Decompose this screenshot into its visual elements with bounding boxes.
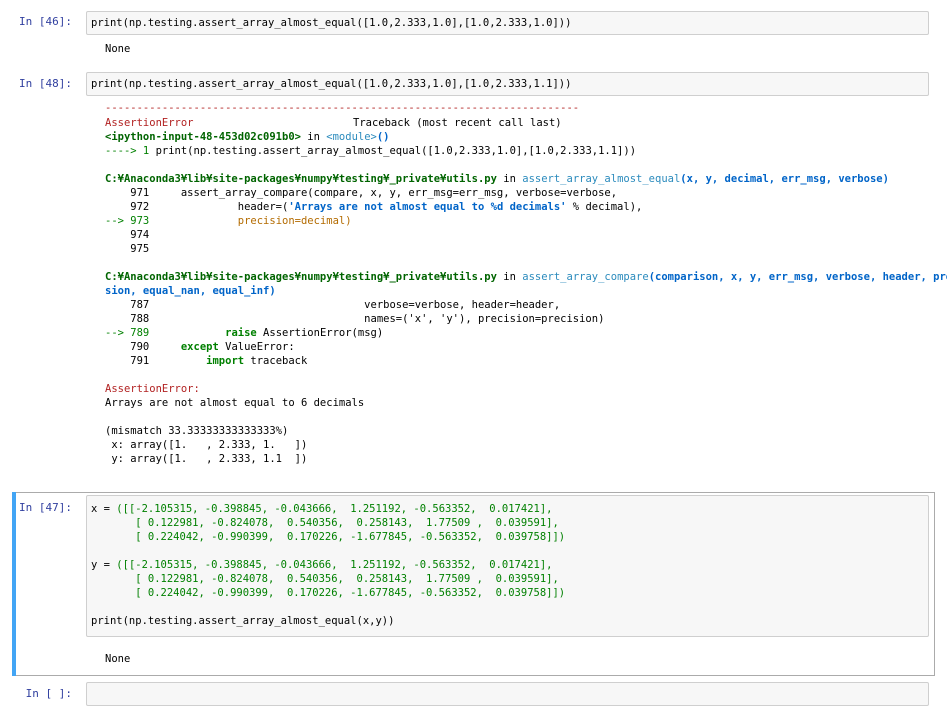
tb-l789b: raise — [149, 327, 257, 339]
cell-47-y-row2: [ 0.224042, -0.990399, 0.170226, -1.6778… — [122, 587, 566, 599]
tb-l791: 791 import traceback — [105, 354, 307, 368]
cell-47-x-row1: [ 0.122981, -0.824078, 0.540356, 0.25814… — [122, 517, 559, 529]
cell-47-print-line: print(np.testing.assert_array_almost_equ… — [91, 615, 395, 627]
cell-48-code: print(np.testing.assert_array_almost_equ… — [91, 78, 572, 90]
cell-47-y-line2: [ 0.122981, -0.824078, 0.540356, 0.25814… — [91, 572, 559, 586]
tb-l973a: --> 973 — [105, 215, 150, 227]
tb-fn2: assert_array_compare — [522, 271, 649, 283]
tb-error-name: AssertionError — [105, 117, 194, 129]
tb-l788: 788 names=('x', 'y'), precision=precisio… — [105, 313, 605, 325]
tb-l790: 790 except ValueError: — [105, 340, 295, 354]
tb-l973: --> 973 precision=decimal) — [105, 214, 352, 228]
cell-47-y-eq: = — [97, 559, 117, 571]
tb-args1: (x, y, decimal, err_msg, verbose) — [680, 173, 889, 185]
tb-args2a: (comparison, x, y, err_msg, verbose, hea… — [648, 271, 947, 283]
cell-46-input[interactable]: print(np.testing.assert_array_almost_equ… — [86, 11, 929, 35]
tb-arrow1-line: ----> 1 print(np.testing.assert_array_al… — [105, 144, 636, 158]
cell-47-y-line3: [ 0.224042, -0.990399, 0.170226, -1.6778… — [91, 586, 565, 600]
tb-l789c: AssertionError(msg) — [256, 327, 384, 339]
tb-msg2: (mismatch 33.33333333333333%) — [105, 425, 289, 437]
tb-fn1: assert_array_almost_equal — [522, 173, 681, 185]
tb-frame2-line: C:¥Anaconda3¥lib¥site-packages¥numpy¥tes… — [105, 270, 947, 284]
tb-in1: in — [503, 173, 516, 185]
cell-48-prompt: In [48]: — [19, 77, 72, 90]
tb-msg3: x: array([1. , 2.333, 1. ]) — [105, 439, 308, 451]
tb-args2b: sion, equal_nan, equal_inf) — [105, 285, 276, 297]
tb-l790a: 790 — [105, 341, 181, 353]
tb-in2: in — [503, 271, 516, 283]
tb-l971: 971 assert_array_compare(compare, x, y, … — [105, 187, 618, 199]
tb-l790c: ValueError: — [218, 341, 295, 353]
tb-l972b: 'Arrays are not almost equal to %d decim… — [288, 201, 567, 213]
tb-input-ref-line: <ipython-input-48-453d02c091b0> in <modu… — [105, 130, 390, 144]
tb-path1: C:¥Anaconda3¥lib¥site-packages¥numpy¥tes… — [105, 173, 497, 185]
cell-47-x-line3: [ 0.224042, -0.990399, 0.170226, -1.6778… — [91, 530, 565, 544]
cell-47-output: None — [105, 653, 131, 665]
cell-47-y-row1: [ 0.122981, -0.824078, 0.540356, 0.25814… — [122, 573, 559, 585]
cell-47-selection-bar — [12, 492, 16, 676]
tb-paren: () — [376, 131, 390, 143]
cell-47-x-line1: x = ([[-2.105315, -0.398845, -0.043666, … — [91, 502, 552, 516]
cell-48-input[interactable]: print(np.testing.assert_array_almost_equ… — [86, 72, 929, 96]
cell-46-output: None — [105, 43, 131, 55]
tb-final-error: AssertionError: — [105, 383, 200, 395]
cell-empty-input[interactable] — [86, 682, 929, 706]
tb-module: <module> — [326, 131, 377, 143]
cell-47-x-eq: = — [97, 503, 117, 515]
tb-in-word: in — [307, 131, 320, 143]
cell-47-y-line1: y = ([[-2.105315, -0.398845, -0.043666, … — [91, 558, 552, 572]
tb-arrow1-code: print(np.testing.assert_array_almost_equ… — [155, 145, 637, 157]
tb-l789a: --> 789 — [105, 327, 150, 339]
tb-l790b: except — [180, 341, 219, 353]
tb-l973b: precision=decimal) — [149, 215, 352, 227]
cell-47-x-row0: ([[-2.105315, -0.398845, -0.043666, 1.25… — [116, 503, 553, 515]
tb-l789: --> 789 raise AssertionError(msg) — [105, 326, 383, 340]
tb-l791b: import — [206, 355, 245, 367]
cell-47-y-row0: ([[-2.105315, -0.398845, -0.043666, 1.25… — [116, 559, 553, 571]
tb-header-text: Traceback (most recent call last) — [353, 117, 562, 129]
cell-47-input[interactable]: x = ([[-2.105315, -0.398845, -0.043666, … — [86, 495, 929, 637]
cell-46-prompt: In [46]: — [19, 15, 72, 28]
cell-46-code: print(np.testing.assert_array_almost_equ… — [91, 17, 572, 29]
cell-empty-prompt: In [ ]: — [25, 687, 72, 700]
tb-rule: ----------------------------------------… — [105, 102, 580, 114]
tb-l974: 974 — [105, 229, 150, 241]
tb-msg1: Arrays are not almost equal to 6 decimal… — [105, 397, 365, 409]
tb-arrow1: ----> 1 — [105, 145, 156, 157]
tb-input-ref: <ipython-input-48-453d02c091b0> — [105, 131, 301, 143]
cell-47-x-line2: [ 0.122981, -0.824078, 0.540356, 0.25814… — [91, 516, 559, 530]
tb-l787: 787 verbose=verbose, header=header, — [105, 299, 561, 311]
tb-l791c: traceback — [244, 355, 308, 367]
cell-47-x-row2: [ 0.224042, -0.990399, 0.170226, -1.6778… — [122, 531, 566, 543]
tb-header-line: AssertionError — [105, 116, 194, 130]
tb-l972: 972 header=('Arrays are not almost equal… — [105, 200, 642, 214]
tb-l972a: 972 header=( — [105, 201, 289, 213]
tb-l972c: % decimal), — [566, 201, 643, 213]
cell-47-prompt: In [47]: — [19, 501, 72, 514]
tb-path2: C:¥Anaconda3¥lib¥site-packages¥numpy¥tes… — [105, 271, 497, 283]
tb-msg4: y: array([1. , 2.333, 1.1 ]) — [105, 453, 308, 465]
tb-l791a: 791 — [105, 355, 207, 367]
tb-l975: 975 — [105, 243, 150, 255]
tb-frame1-line: C:¥Anaconda3¥lib¥site-packages¥numpy¥tes… — [105, 172, 889, 186]
